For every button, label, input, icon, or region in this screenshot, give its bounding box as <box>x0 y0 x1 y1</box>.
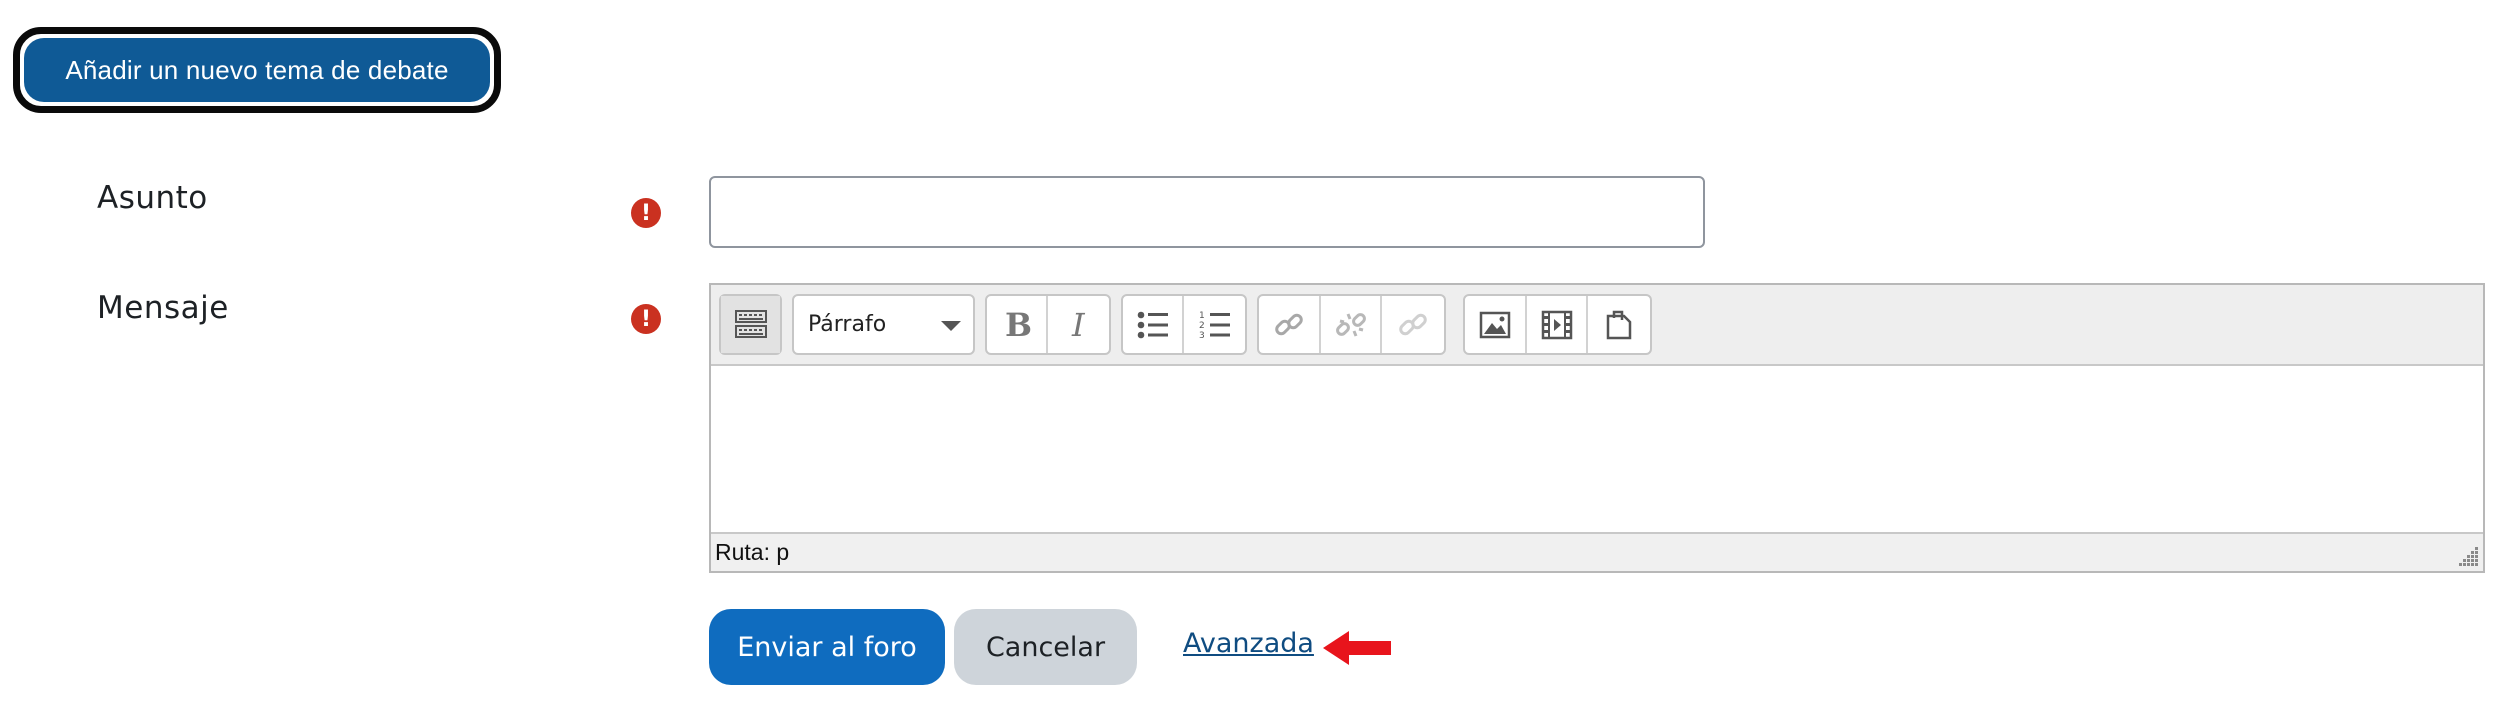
bold-icon: B <box>1005 308 1032 342</box>
emoji-link-icon <box>1399 313 1427 335</box>
link-group <box>1257 294 1446 355</box>
unlink-button[interactable] <box>1321 296 1383 353</box>
unlink-icon <box>1335 312 1366 337</box>
toolbar-toggle-group <box>719 294 782 355</box>
message-editor: Párrafo B I 1 2 3 Ruta: p <box>709 283 2485 573</box>
editor-path: Ruta: p <box>715 539 790 565</box>
italic-button[interactable]: I <box>1048 296 1109 353</box>
post-to-forum-button[interactable]: Enviar al foro <box>709 609 945 685</box>
add-new-discussion-topic-button[interactable]: Añadir un nuevo tema de debate <box>24 38 490 102</box>
cancel-button[interactable]: Cancelar <box>954 609 1137 685</box>
bold-button[interactable]: B <box>987 296 1049 353</box>
editor-status-bar: Ruta: p <box>711 532 2483 571</box>
media-group <box>1463 294 1652 355</box>
message-label: Mensaje <box>97 290 229 326</box>
emoji-link-button[interactable] <box>1382 296 1444 353</box>
unordered-list-button[interactable] <box>1123 296 1185 353</box>
editor-toolbar: Párrafo B I 1 2 3 <box>711 285 2483 366</box>
subject-input[interactable] <box>709 176 1705 248</box>
resize-grip-icon[interactable] <box>2455 543 2481 569</box>
paragraph-format-value: Párrafo <box>808 312 887 337</box>
message-required-icon: ! <box>631 304 661 334</box>
ordered-list-icon: 1 2 3 <box>1199 311 1230 341</box>
unordered-list-icon <box>1137 311 1168 338</box>
editor-content-area[interactable] <box>711 366 2483 532</box>
toolbar-toggle-icon <box>734 309 767 338</box>
link-icon <box>1275 313 1303 335</box>
ordered-list-button[interactable]: 1 2 3 <box>1184 296 1245 353</box>
media-button[interactable] <box>1527 296 1589 353</box>
svg-text:1: 1 <box>1199 311 1205 321</box>
toolbar-toggle-button[interactable] <box>721 296 780 353</box>
red-arrow-icon <box>1323 631 1391 665</box>
subject-required-icon: ! <box>631 198 661 228</box>
subject-label: Asunto <box>97 180 208 216</box>
svg-text:B: B <box>1005 308 1032 342</box>
paragraph-format-select[interactable]: Párrafo <box>792 294 975 355</box>
svg-text:2: 2 <box>1199 321 1205 331</box>
image-icon <box>1479 311 1511 338</box>
image-button[interactable] <box>1465 296 1527 353</box>
chevron-down-icon <box>941 321 961 331</box>
style-group: B I <box>985 294 1111 355</box>
advanced-link[interactable]: Avanzada <box>1183 628 1314 659</box>
svg-text:3: 3 <box>1199 331 1205 341</box>
manage-files-icon <box>1606 310 1632 339</box>
media-icon <box>1541 310 1572 339</box>
list-group: 1 2 3 <box>1121 294 1247 355</box>
manage-files-button[interactable] <box>1588 296 1650 353</box>
svg-text:I: I <box>1071 308 1086 342</box>
link-button[interactable] <box>1259 296 1321 353</box>
italic-icon: I <box>1071 308 1086 342</box>
